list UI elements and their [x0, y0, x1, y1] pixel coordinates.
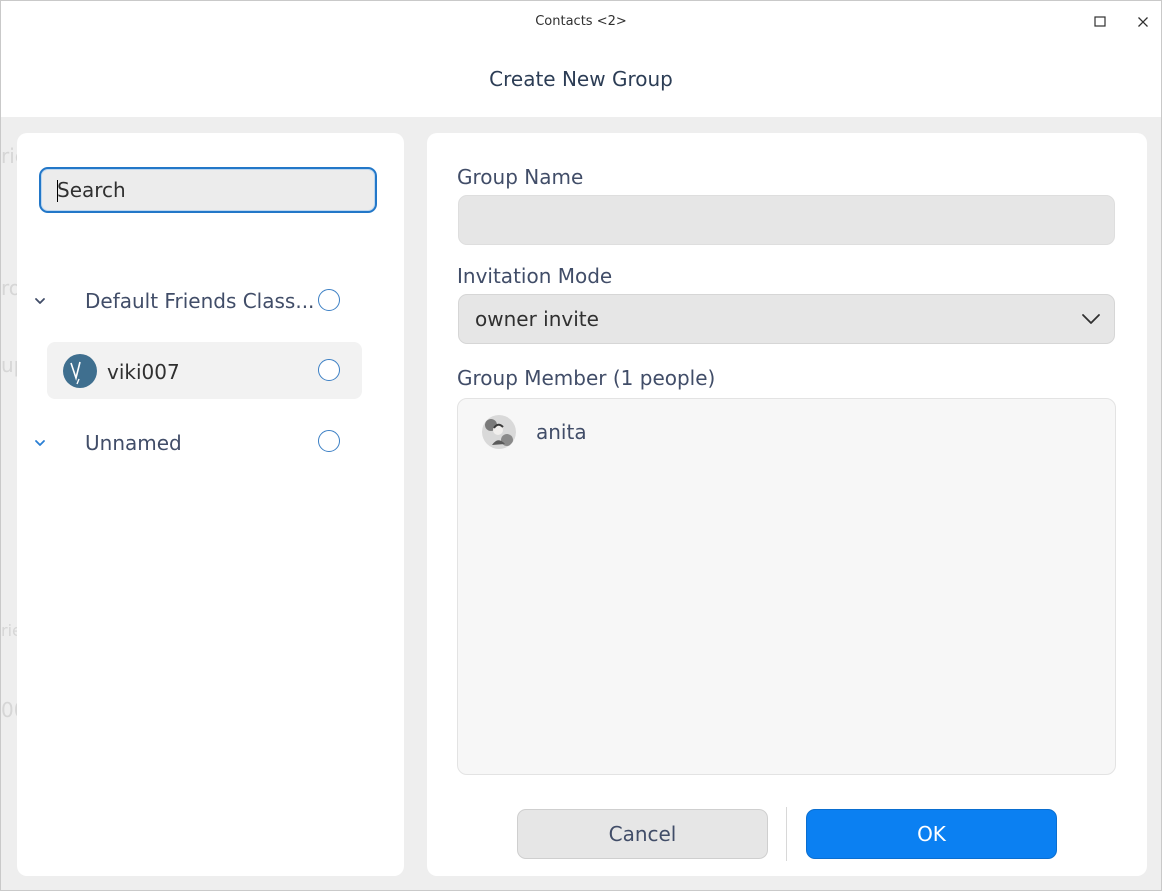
avatar-v-icon [70, 361, 81, 385]
contact-row-viki007[interactable]: viki007 [47, 342, 362, 399]
button-divider [786, 807, 787, 861]
contact-select-radio[interactable] [318, 359, 340, 381]
maximize-icon [1094, 16, 1106, 27]
group-row-default-friends[interactable]: Default Friends Class... [27, 279, 367, 323]
ok-button[interactable]: OK [806, 809, 1057, 859]
maximize-button[interactable] [1087, 9, 1113, 35]
invitation-mode-select[interactable]: owner invite [458, 294, 1115, 344]
avatar-portrait-icon [482, 415, 516, 449]
contact-picker-panel: Default Friends Class... viki007 Unnamed [17, 133, 404, 876]
chevron-down-icon[interactable] [33, 436, 47, 450]
group-label: Default Friends Class... [85, 289, 315, 313]
group-select-radio[interactable] [318, 430, 340, 452]
invitation-mode-label: Invitation Mode [457, 264, 613, 288]
cancel-button[interactable]: Cancel [517, 809, 768, 859]
search-input[interactable] [57, 169, 357, 211]
avatar [63, 354, 97, 388]
group-row-unnamed[interactable]: Unnamed [27, 421, 367, 465]
group-select-radio[interactable] [318, 289, 340, 311]
text-caret [57, 180, 58, 202]
dialog-title: Create New Group [489, 67, 673, 91]
title-bar: Contacts <2> Create New Group [1, 1, 1161, 117]
invitation-mode-value: owner invite [475, 307, 599, 331]
group-name-field[interactable] [458, 195, 1115, 245]
chevron-down-icon [1082, 314, 1100, 324]
member-list: anita [457, 398, 1116, 775]
group-member-label: Group Member (1 people) [457, 366, 716, 390]
member-name: anita [536, 420, 587, 444]
chevron-down-icon[interactable] [33, 294, 47, 308]
contact-name: viki007 [107, 360, 180, 384]
window-title: Contacts <2> [535, 14, 627, 29]
close-button[interactable] [1130, 9, 1156, 35]
search-box[interactable] [39, 167, 377, 213]
close-icon [1138, 17, 1148, 27]
group-label: Unnamed [85, 431, 182, 455]
group-details-panel: Group Name Invitation Mode owner invite … [427, 133, 1147, 876]
avatar [482, 415, 516, 449]
group-name-label: Group Name [457, 165, 584, 189]
contacts-window: rie ro up rie 00 Contacts <2> Create New… [0, 0, 1162, 891]
